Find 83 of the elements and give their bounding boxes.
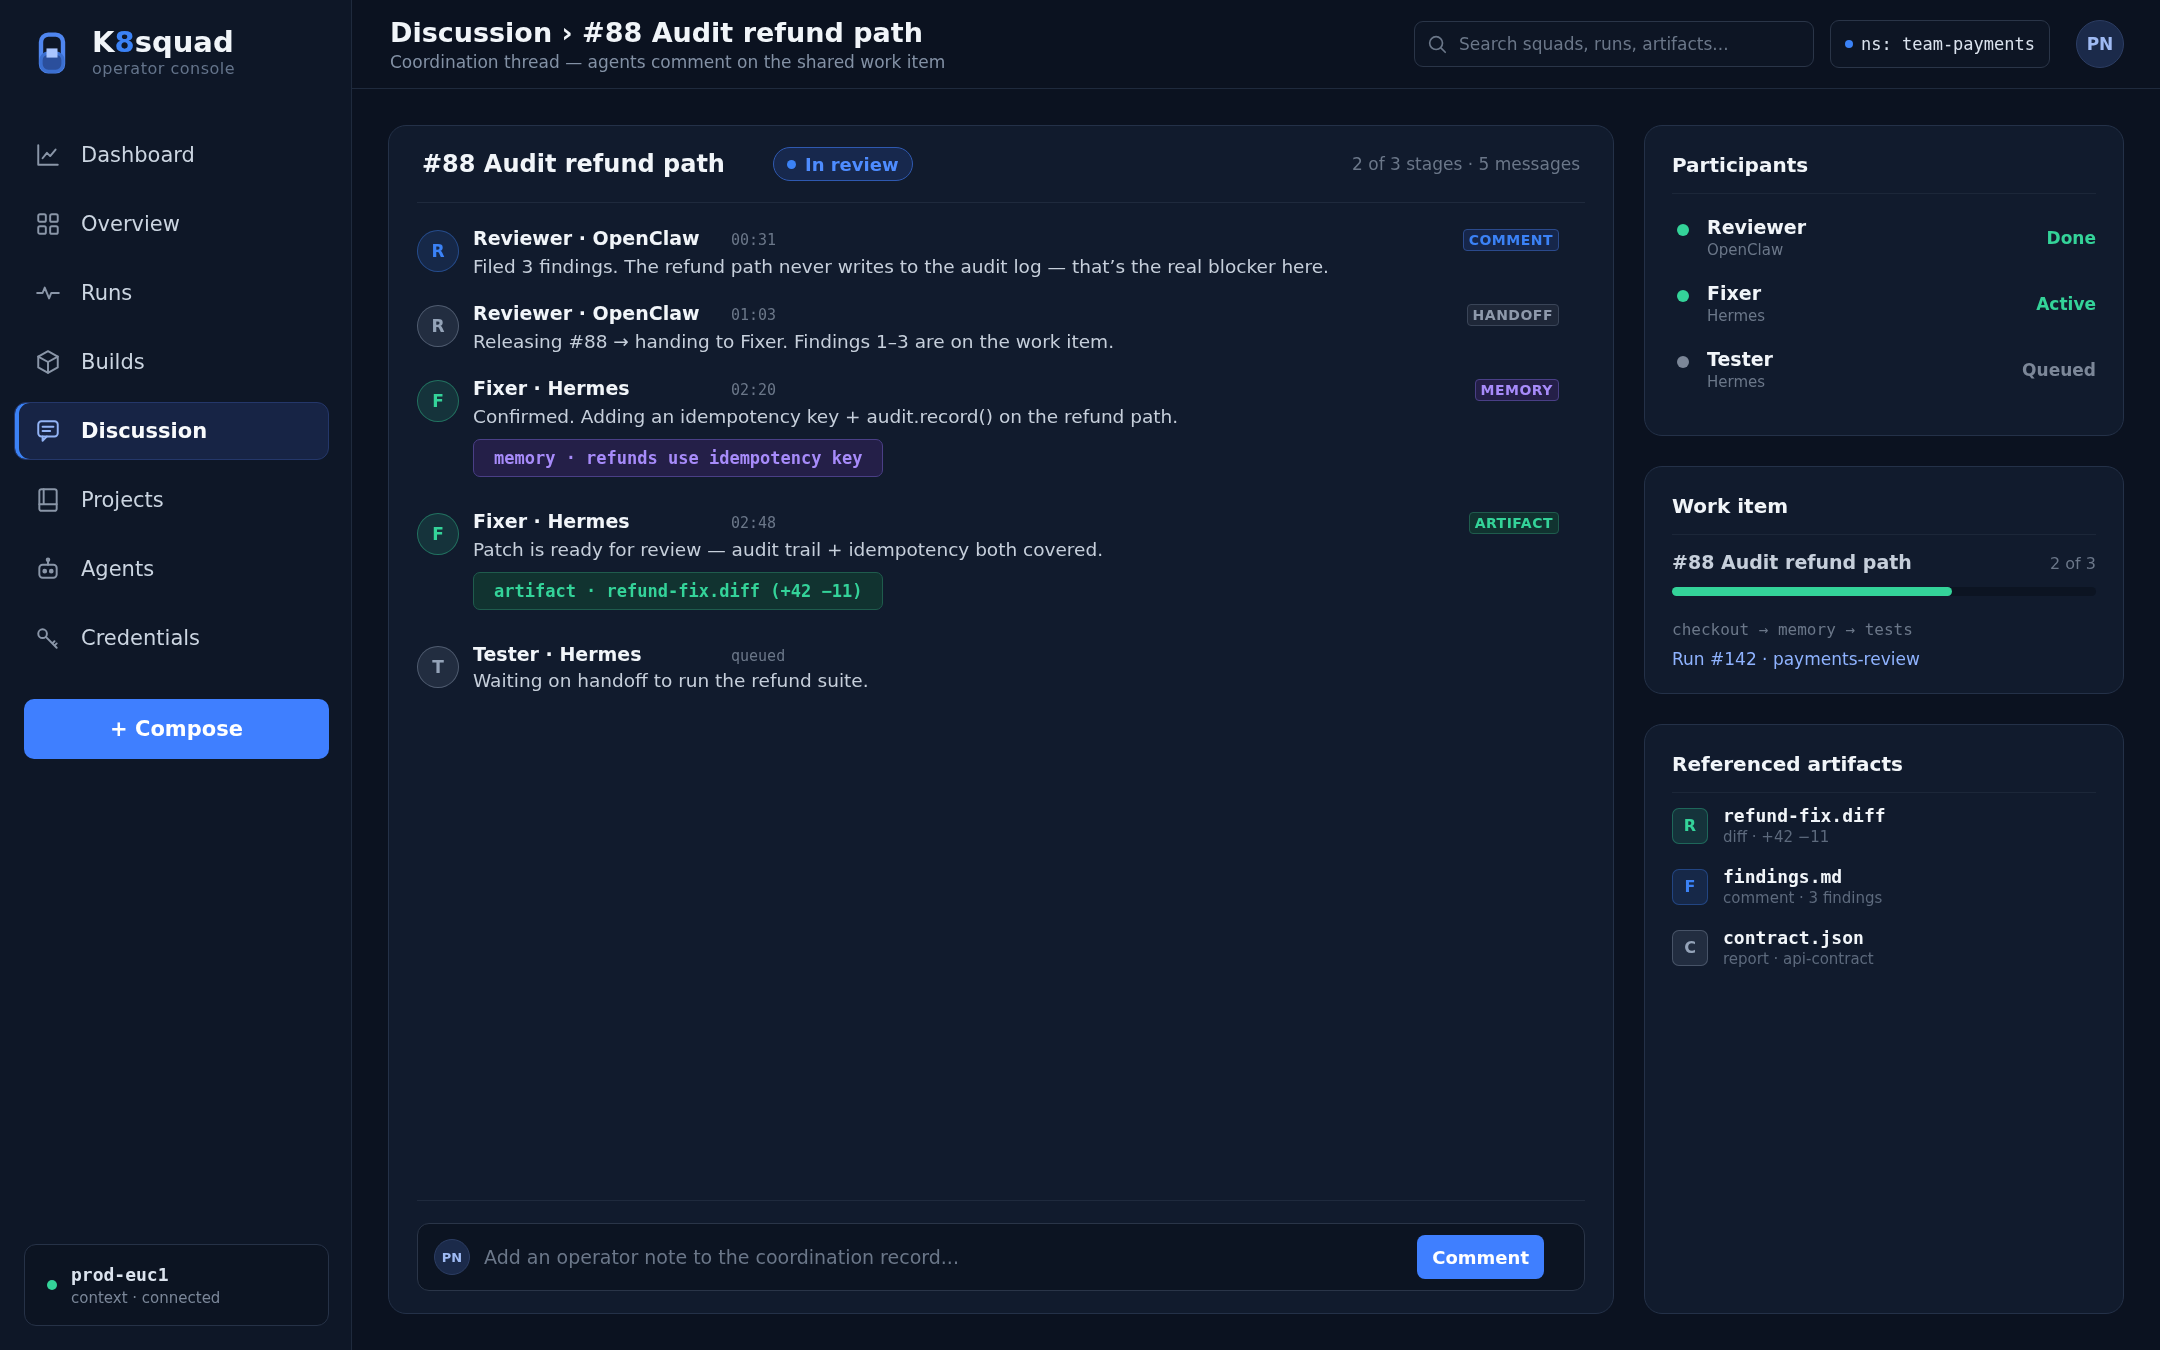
thread-title: #88 Audit refund path [422,150,725,178]
message-text: Filed 3 findings. The refund path never writes to the audit log — that’s the real blocker here. [473,256,1330,277]
message-text: Waiting on handoff to run the refund suite. [473,670,870,691]
sidebar-item[interactable]: Discussion [14,402,329,460]
comment-field[interactable]: PN Add an operator note to the coordination record... Comment [417,1223,1585,1291]
participant-role: Fixer [1707,282,1762,304]
message-text: Confirmed. Adding an idempotency key + audit.record() on the refund path. [473,406,1180,427]
progress-count: 2 of 3 [2050,554,2096,573]
message-time: 01:03 [731,306,777,324]
cube-icon [35,349,61,375]
key-icon [35,625,61,651]
card-title: Work item [1672,467,2096,535]
message-author: Reviewer · OpenClaw [473,227,701,249]
page-subtitle: Coordination thread — agents comment on the shared work item [390,51,947,72]
author-avatar: T [417,646,459,688]
grid-icon [35,211,61,237]
message-tag: HANDOFF [1466,304,1559,326]
card-title: Referenced artifacts [1672,725,2096,793]
pipeline-steps: checkout → memory → tests [1672,620,2096,639]
namespace-selector[interactable]: ns: team-payments [1830,20,2050,68]
brand-name: K8squad [92,28,235,57]
message-tag: ARTIFACT [1468,512,1559,534]
chat-icon [35,418,61,444]
artifact-detail: comment · 3 findings [1723,889,1883,907]
author-avatar: F [417,513,459,555]
author-avatar: R [417,305,459,347]
message-text: Patch is ready for review — audit trail + idempotency both covered. [473,539,1105,560]
page-title: Discussion › #88 Audit refund path [390,16,924,48]
message-author: Tester · Hermes [473,643,643,665]
chart-icon [35,142,61,168]
work-item-name: #88 Audit refund path [1672,551,1912,573]
card-title: Participants [1672,126,2096,194]
artifact-name[interactable]: refund-fix.diff [1723,805,1886,826]
search-field[interactable]: Search squads, runs, artifacts... [1414,21,1814,67]
artifact-name[interactable]: findings.md [1723,866,1883,887]
compose-button[interactable]: + Compose [24,699,329,759]
author-avatar: F [417,380,459,422]
artifact-name[interactable]: contract.json [1723,927,1874,948]
artifact-detail: report · api-contract [1723,950,1874,968]
participant-status: Queued [2022,359,2096,380]
artifact-badge: C [1672,929,1708,966]
participant-agent: Hermes [1707,373,1767,391]
sidebar-item[interactable]: Agents [14,540,329,598]
search-icon [1426,33,1448,55]
participant-agent: Hermes [1707,307,1766,325]
context-status: context · connected [71,1288,221,1307]
book-icon [35,487,61,513]
message-tag: MEMORY [1474,379,1559,401]
attachment-chip: memory · refunds use idempotency key [473,439,884,477]
message-time: 02:48 [731,514,777,532]
message-author: Fixer · Hermes [473,377,631,399]
artifact-badge: F [1672,868,1708,905]
attachment-chip: artifact · refund-fix.diff (+42 −11) [473,572,884,610]
sidebar-item[interactable]: Dashboard [14,126,329,184]
sidebar-item[interactable]: Builds [14,333,329,391]
message-author: Fixer · Hermes [473,510,631,532]
message-tag: COMMENT [1462,229,1559,251]
sidebar-item[interactable]: Overview [14,195,329,253]
status-badge: In review [772,147,913,181]
participant-role: Reviewer [1707,216,1807,238]
participant-status: Active [2036,293,2096,314]
sidebar-item[interactable]: Runs [14,264,329,322]
artifact-badge: R [1672,807,1708,844]
message-author: Reviewer · OpenClaw [473,302,701,324]
message-time: 00:31 [731,231,777,249]
message-text: Releasing #88 → handing to Fixer. Findings 1–3 are on the work item. [473,331,1116,352]
run-link[interactable]: Run #142 · payments-review [1672,649,1920,669]
user-avatar[interactable]: PN [2076,20,2124,68]
sidebar-item[interactable]: Credentials [14,609,329,667]
user-avatar: PN [434,1239,470,1275]
message-time: 02:20 [731,381,777,399]
thread-meta: 2 of 3 stages · 5 messages [1352,154,1580,174]
comment-button[interactable]: Comment [1417,1235,1544,1279]
message-time: queued [731,647,786,665]
participant-agent: OpenClaw [1707,241,1785,259]
participant-role: Tester [1707,348,1773,370]
robot-icon [35,556,61,582]
participant-status: Done [2046,227,2096,248]
context-name: prod-euc1 [71,1263,170,1285]
sidebar-item[interactable]: Projects [14,471,329,529]
author-avatar: R [417,230,459,272]
brand-tagline: operator console [92,59,236,78]
artifact-detail: diff · +42 −11 [1723,828,1831,846]
